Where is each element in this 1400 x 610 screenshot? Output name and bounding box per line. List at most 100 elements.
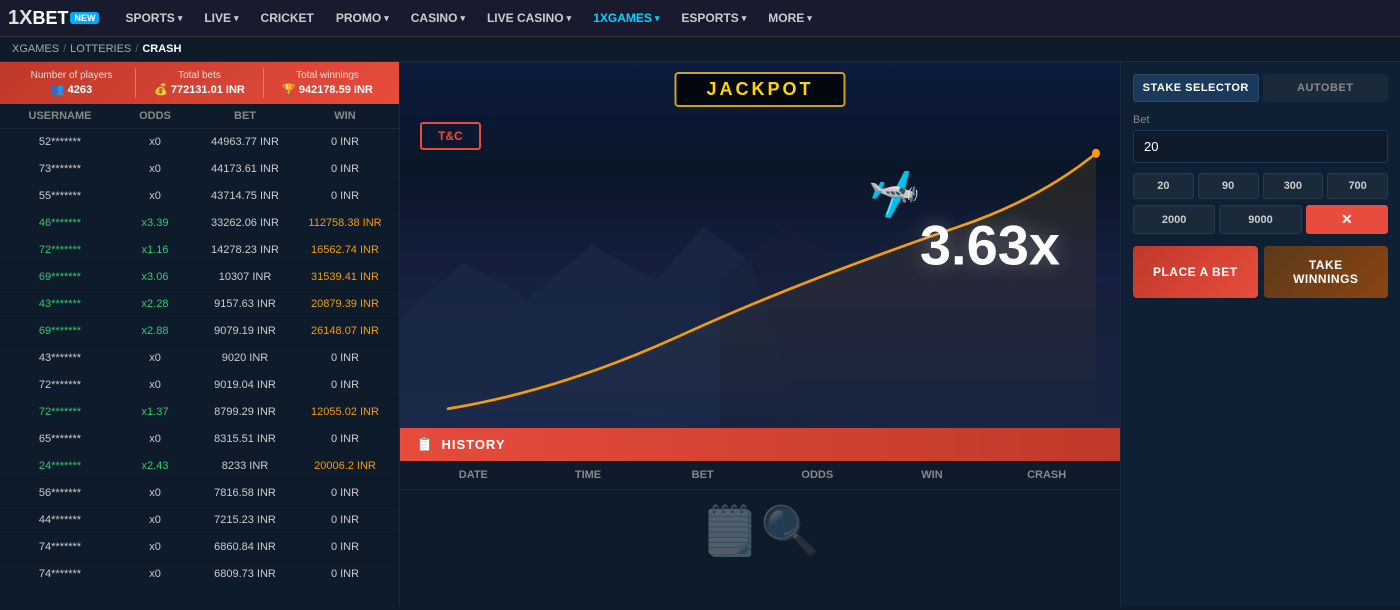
history-section: 📋 HISTORY DATE TIME BET ODDS WIN CRASH 🗒… (400, 427, 1120, 607)
winnings-value: 🏆942178.59 INR (264, 83, 391, 96)
cell-win: 12055.02 INR (300, 404, 390, 420)
cell-win: 0 INR (300, 134, 390, 150)
esports-arrow: ▾ (742, 13, 747, 24)
table-row: 74******* x0 6809.73 INR 0 INR (0, 561, 399, 588)
breadcrumb-xgames[interactable]: XGAMES (12, 43, 59, 55)
casino-arrow: ▾ (460, 13, 465, 24)
place-bet-button[interactable]: PLACE A BET (1133, 246, 1258, 298)
cell-bet: 6860.84 INR (190, 539, 300, 555)
players-label: Number of players (8, 70, 135, 81)
quick-bet-9000[interactable]: 9000 (1219, 205, 1301, 234)
multiplier-display: 3.63x (920, 212, 1060, 277)
table-row: 46******* x3.39 33262.06 INR 112758.38 I… (0, 210, 399, 237)
cell-bet: 9157.63 INR (190, 296, 300, 312)
table-header: USERNAME ODDS BET WIN (0, 104, 399, 129)
cell-odds: x1.16 (120, 242, 190, 258)
nav-cricket[interactable]: CRICKET (251, 0, 324, 37)
cell-bet: 9079.19 INR (190, 323, 300, 339)
cell-bet: 43714.75 INR (190, 188, 300, 204)
table-row: 55******* x0 43714.75 INR 0 INR (0, 183, 399, 210)
cell-win: 0 INR (300, 350, 390, 366)
cell-win: 26148.07 INR (300, 323, 390, 339)
nav-more[interactable]: MORE ▾ (758, 0, 822, 37)
cell-bet: 9020 INR (190, 350, 300, 366)
bet-input[interactable] (1133, 130, 1388, 163)
bet-label: Bet (1133, 114, 1388, 126)
take-winnings-button[interactable]: TAKE WINNINGS (1264, 246, 1389, 298)
cell-odds: x0 (120, 134, 190, 150)
col-odds: ODDS (120, 110, 190, 122)
live-arrow: ▾ (234, 13, 239, 24)
cell-odds: x0 (120, 539, 190, 555)
logo-bet: BET (32, 8, 68, 28)
cell-bet: 6746.18 INR (190, 593, 300, 594)
nav-live[interactable]: LIVE ▾ (194, 0, 248, 37)
right-panel: STAKE SELECTOR AUTOBET Bet 20 90 300 700… (1120, 62, 1400, 607)
breadcrumb-lotteries[interactable]: LOTTERIES (70, 43, 131, 55)
cell-username: 56******* (0, 485, 120, 501)
history-icon: 📋 (416, 436, 433, 453)
action-buttons: PLACE A BET TAKE WINNINGS (1133, 246, 1388, 298)
quick-bet-300[interactable]: 300 (1263, 173, 1324, 199)
cell-bet: 10307 INR (190, 269, 300, 285)
1xgames-arrow: ▾ (655, 13, 660, 24)
quick-bet-90[interactable]: 90 (1198, 173, 1259, 199)
quick-bet-700[interactable]: 700 (1327, 173, 1388, 199)
nav-items: SPORTS ▾ LIVE ▾ CRICKET PROMO ▾ CASINO ▾… (115, 0, 1392, 37)
cell-odds: x3.39 (120, 215, 190, 231)
table-row: 52******* x0 44963.77 INR 0 INR (0, 129, 399, 156)
cell-win: 20879.39 INR (300, 296, 390, 312)
tab-stake-selector[interactable]: STAKE SELECTOR (1133, 74, 1259, 102)
cell-win: 0 INR (300, 161, 390, 177)
cell-bet: 8799.29 INR (190, 404, 300, 420)
cell-bet: 8233 INR (190, 458, 300, 474)
jackpot-banner: JACKPOT (674, 72, 845, 107)
cell-bet: 44963.77 INR (190, 134, 300, 150)
sports-arrow: ▾ (178, 13, 183, 24)
quick-bet-20[interactable]: 20 (1133, 173, 1194, 199)
table-row: 24******* x2.43 8233 INR 20006.2 INR (0, 453, 399, 480)
bets-table: 52******* x0 44963.77 INR 0 INR 73******… (0, 129, 399, 594)
breadcrumb: XGAMES / LOTTERIES / CRASH (0, 37, 1400, 62)
history-col-bet: BET (645, 469, 760, 481)
quick-bets-row2: 2000 9000 ✕ (1133, 205, 1388, 234)
stats-bar: Number of players 👥4263 Total bets 💰7721… (0, 62, 399, 104)
cell-win: 112758.38 INR (300, 215, 390, 231)
cell-win: 0 INR (300, 377, 390, 393)
stat-winnings: Total winnings 🏆942178.59 INR (264, 70, 391, 96)
nav-casino[interactable]: CASINO ▾ (401, 0, 475, 37)
players-value: 👥4263 (8, 83, 135, 96)
nav-live-casino[interactable]: LIVE CASINO ▾ (477, 0, 581, 37)
clear-button[interactable]: ✕ (1306, 205, 1388, 234)
cell-odds: x0 (120, 377, 190, 393)
cell-odds: x0 (120, 512, 190, 528)
brand-logo[interactable]: 1XBET NEW (8, 7, 99, 30)
table-row: 72******* x0 9019.04 INR 0 INR (0, 372, 399, 399)
cell-odds: x0 (120, 566, 190, 582)
quick-bets-row1: 20 90 300 700 (1133, 173, 1388, 199)
nav-promo[interactable]: PROMO ▾ (326, 0, 399, 37)
quick-bet-2000[interactable]: 2000 (1133, 205, 1215, 234)
main-layout: Number of players 👥4263 Total bets 💰7721… (0, 62, 1400, 607)
cell-win: 0 INR (300, 539, 390, 555)
history-columns: DATE TIME BET ODDS WIN CRASH (400, 461, 1120, 490)
table-row: 43******* x0 9020 INR 0 INR (0, 345, 399, 372)
table-row: 56******* x0 7816.58 INR 0 INR (0, 480, 399, 507)
bets-value: 💰772131.01 INR (136, 83, 263, 96)
cell-win: 20006.2 INR (300, 458, 390, 474)
cell-bet: 44173.61 INR (190, 161, 300, 177)
nav-1xgames[interactable]: 1XGAMES ▾ (583, 0, 669, 37)
table-row: 29******* x0 6746.18 INR 0 INR (0, 588, 399, 594)
cell-bet: 7215.23 INR (190, 512, 300, 528)
tc-button[interactable]: T&C (420, 122, 481, 150)
cell-username: 72******* (0, 242, 120, 258)
nav-sports[interactable]: SPORTS ▾ (115, 0, 192, 37)
cell-win: 0 INR (300, 566, 390, 582)
nav-esports[interactable]: ESPORTS ▾ (671, 0, 756, 37)
col-win: WIN (300, 110, 390, 122)
cell-bet: 14278.23 INR (190, 242, 300, 258)
table-row: 73******* x0 44173.61 INR 0 INR (0, 156, 399, 183)
cell-username: 43******* (0, 350, 120, 366)
cell-username: 69******* (0, 323, 120, 339)
tab-autobet[interactable]: AUTOBET (1263, 74, 1389, 102)
